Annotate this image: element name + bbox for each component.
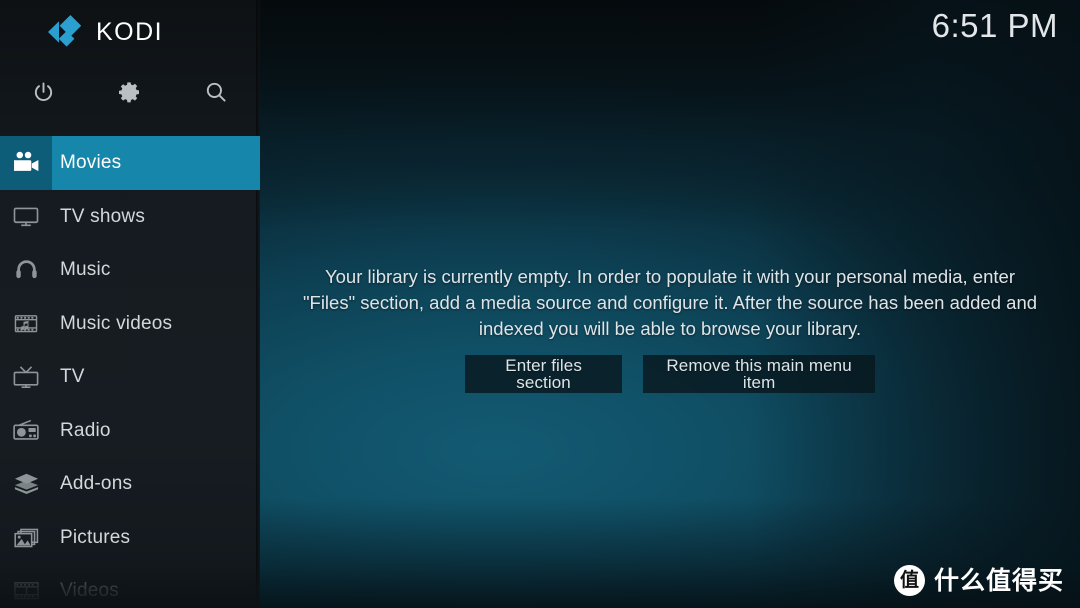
power-icon [32,81,55,104]
sidebar-item-videos[interactable]: Videos [0,564,260,608]
sidebar-item-label: Music videos [60,312,173,334]
film-music-icon [0,297,52,351]
gear-icon [118,80,142,104]
film-strip-icon [0,564,52,608]
sidebar-item-label: Movies [60,152,122,174]
sidebar-item-label: TV [60,366,85,388]
sidebar-item-tv[interactable]: TV [0,350,260,404]
sidebar-item-label: Pictures [60,526,131,548]
radio-icon [0,404,52,458]
kodi-home-screen: Your library is currently empty. In orde… [0,0,1080,608]
sidebar-item-label: Videos [60,580,119,602]
kodi-logo-icon [48,15,84,49]
remove-main-menu-item-button[interactable]: Remove this main menu item [643,355,875,393]
search-icon [204,80,228,104]
sidebar-item-add-ons[interactable]: Add-ons [0,457,260,511]
sidebar-item-music-videos[interactable]: Music videos [0,297,260,351]
sidebar-item-movies[interactable]: Movies [0,136,260,190]
empty-library-message: Your library is currently empty. In orde… [302,266,1038,339]
addons-box-icon [0,457,52,511]
sidebar-item-radio[interactable]: Radio [0,404,260,458]
tv-monitor-icon [0,190,52,244]
search-button[interactable] [173,64,260,120]
sidebar-item-label: Add-ons [60,473,133,495]
app-title: KODI [96,17,164,46]
sidebar-item-music[interactable]: Music [0,243,260,297]
tv-antenna-icon [0,350,52,404]
sidebar-item-pictures[interactable]: Pictures [0,511,260,565]
action-button-row: Enter files section Remove this main men… [465,355,875,393]
sidebar-item-label: Music [60,259,111,281]
main-menu: Movies TV shows Music Music videos TV Ra… [0,136,260,608]
app-logo[interactable]: KODI [0,0,260,64]
main-content: Your library is currently empty. In orde… [260,0,1080,608]
headphones-icon [0,243,52,297]
sidebar-item-label: Radio [60,419,111,441]
clock: 6:51 PM [931,7,1058,44]
watermark-text: 什么值得买 [933,566,1064,595]
sidebar-item-label: TV shows [60,205,146,227]
sidebar-item-tv-shows[interactable]: TV shows [0,190,260,244]
settings-button[interactable] [87,64,174,120]
quick-action-bar [0,64,260,120]
watermark-badge-icon: 值 [893,565,925,596]
enter-files-section-button[interactable]: Enter files section [465,355,623,393]
watermark: 值 什么值得买 [893,565,1064,596]
movie-camera-icon [0,136,52,190]
power-button[interactable] [0,64,87,120]
sidebar: KODI Movies TV shows Music Music videos … [0,0,260,608]
pictures-icon [0,511,52,565]
sidebar-edge-shadow [256,0,260,608]
